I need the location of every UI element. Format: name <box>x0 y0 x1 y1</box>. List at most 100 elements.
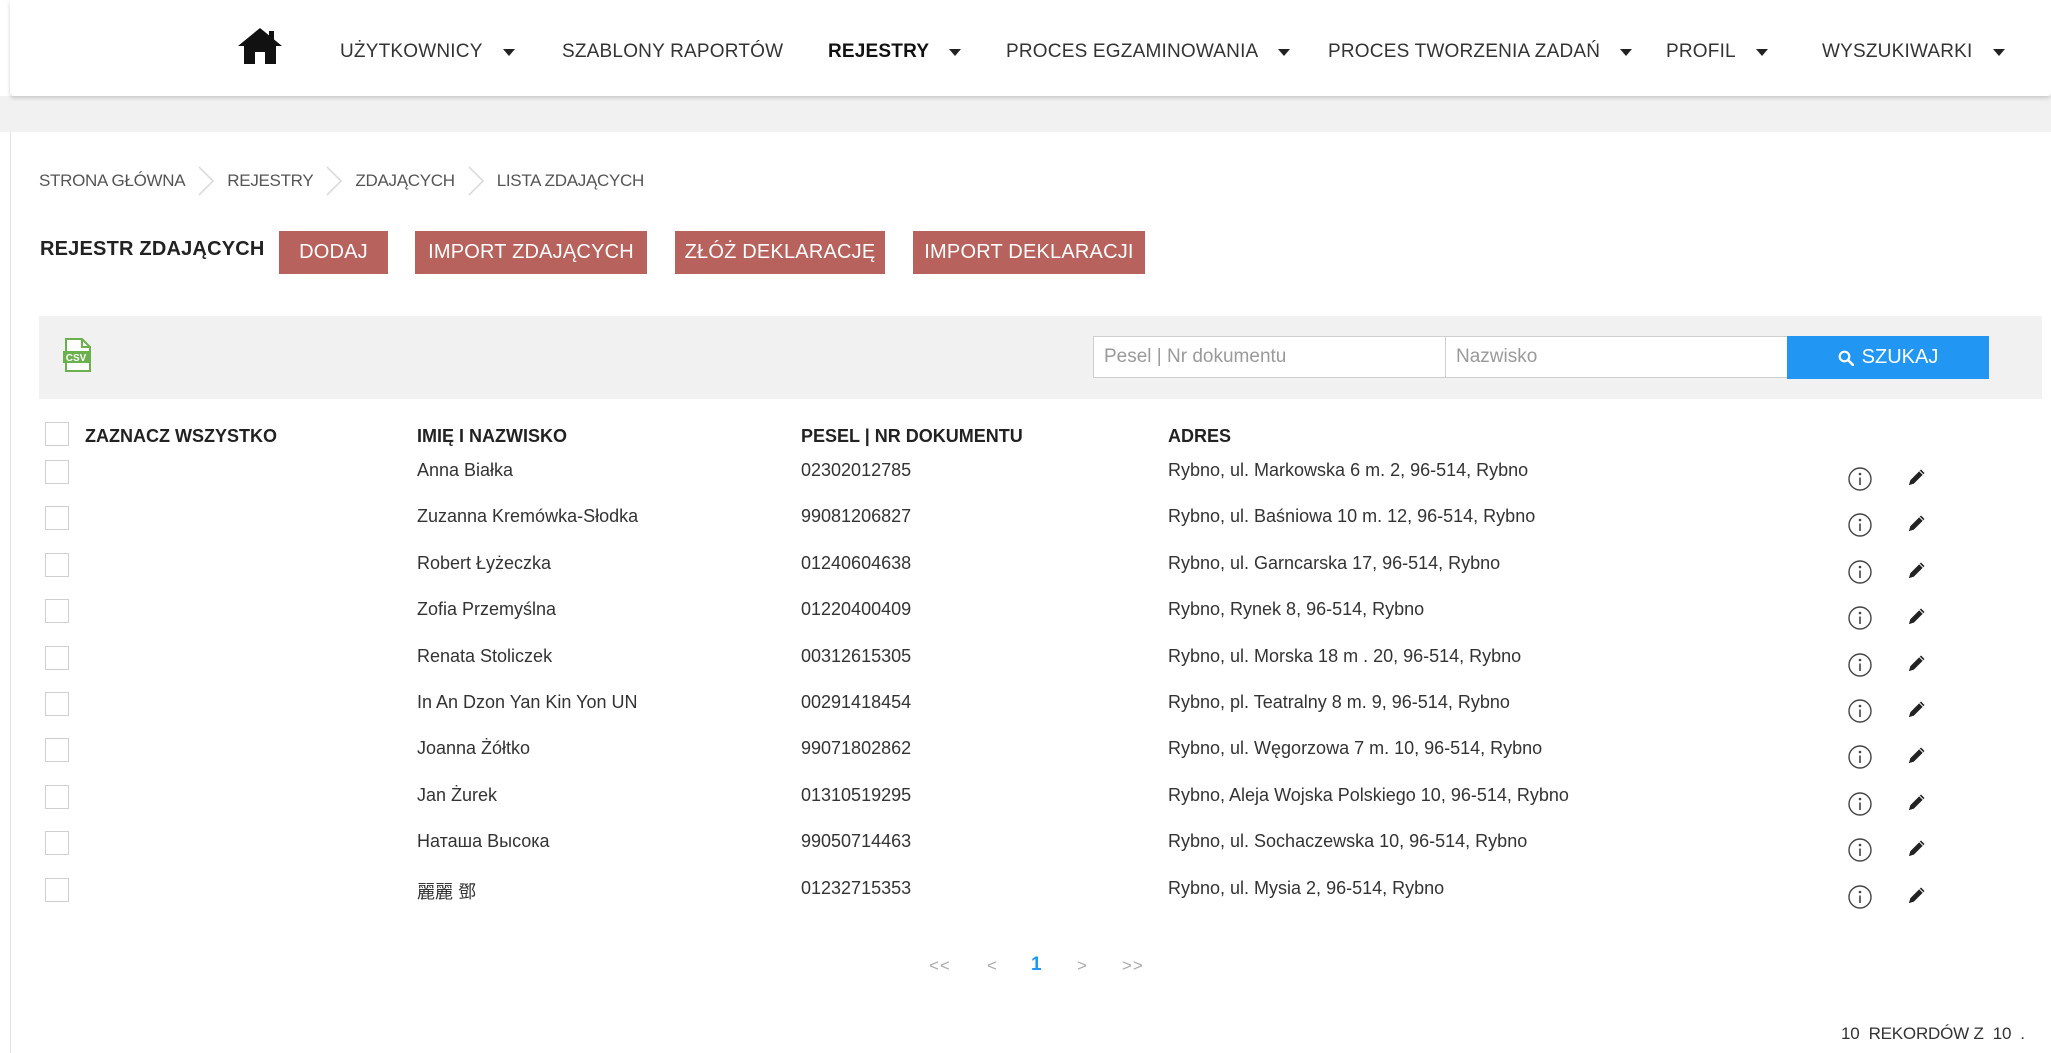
breadcrumb-home[interactable]: STRONA GŁÓWNA <box>39 171 186 191</box>
row-address: Rybno, Rynek 8, 96-514, Rybno <box>1168 599 1425 620</box>
table-row: Anna Białka 02302012785 Rybno, ul. Markows… <box>11 454 2051 500</box>
row-pesel: 99081206827 <box>801 506 912 527</box>
chevron-down-icon <box>1992 48 2005 56</box>
nav-search-engines[interactable]: WYSZUKIWARKI <box>1822 40 2005 64</box>
info-icon[interactable] <box>1847 698 1873 724</box>
edit-icon[interactable] <box>1906 791 1928 813</box>
table-row: Jan Żurek 01310519295 Rybno, Aleja Wojska … <box>11 779 2051 825</box>
chevron-down-icon <box>1755 48 1768 56</box>
edit-icon[interactable] <box>1906 744 1928 766</box>
row-name: Anna Białka <box>417 460 514 480</box>
row-checkbox[interactable] <box>45 460 69 484</box>
current-page[interactable]: 1 <box>1031 954 1043 976</box>
records-total: 10 <box>1992 1024 2012 1043</box>
column-header-address: ADRES <box>1168 426 1232 446</box>
row-address: Rybno, Aleja Wojska Polskiego 10, 96-514… <box>1168 784 1569 805</box>
column-header-pesel: PESEL | NR DOKUMENTU <box>801 426 1023 446</box>
table-row: 麗麗 鄧 01232715353 Rybno, ul. Mysia 2, 96-51… <box>11 872 2051 918</box>
row-pesel: 00312615305 <box>801 645 912 666</box>
row-pesel: 99071802862 <box>801 738 912 759</box>
row-checkbox[interactable] <box>45 738 69 763</box>
previous-page-link[interactable]: < <box>987 956 998 976</box>
row-checkbox[interactable] <box>45 692 69 716</box>
info-icon[interactable] <box>1847 884 1873 910</box>
edit-icon[interactable] <box>1906 884 1928 906</box>
row-address: Rybno, ul. Markowska 6 m. 2, 96-514, Ryb… <box>1168 460 1529 480</box>
nav-task-creation[interactable]: PROCES TWORZENIA ZADAŃ <box>1328 40 1633 64</box>
row-checkbox[interactable] <box>45 506 69 531</box>
records-summary: 10 REKORDÓW Z 10 . <box>1841 1024 2025 1044</box>
last-page-link[interactable]: >> <box>1122 956 1144 976</box>
info-icon[interactable] <box>1847 605 1873 631</box>
submit-declaration-button[interactable]: ZŁÓŻ DEKLARACJĘ <box>675 231 885 274</box>
nav-report-templates[interactable]: SZABLONY RAPORTÓW <box>562 40 783 64</box>
import-declarations-button[interactable]: IMPORT DEKLARACJI <box>913 231 1145 274</box>
search-icon <box>1838 350 1854 366</box>
row-pesel: 99050714463 <box>801 831 912 852</box>
row-pesel: 02302012785 <box>801 460 912 480</box>
records-count: 10 <box>1841 1024 1860 1043</box>
pesel-search-input[interactable] <box>1093 336 1446 378</box>
edit-icon[interactable] <box>1906 466 1928 488</box>
edit-icon[interactable] <box>1906 652 1928 674</box>
edit-icon[interactable] <box>1906 837 1928 859</box>
table-row: In An Dzon Yan Kin Yon UN 00291418454 Rybn… <box>11 686 2051 732</box>
breadcrumb-separator-icon <box>326 166 343 196</box>
nav-users[interactable]: UŻYTKOWNICY <box>340 40 515 64</box>
page-title: REJESTR ZDAJĄCYCH <box>40 238 265 260</box>
chevron-down-icon <box>1278 48 1291 56</box>
table-row: Robert Łyżeczka 01240604638 Rybno, ul. Gar… <box>11 547 2051 593</box>
first-page-link[interactable]: << <box>929 956 951 976</box>
next-page-link[interactable]: > <box>1077 956 1088 976</box>
info-icon[interactable] <box>1847 791 1873 817</box>
row-address: Rybno, ul. Garncarska 17, 96-514, Rybno <box>1168 552 1501 573</box>
row-address: Rybno, ul. Morska 18 m . 20, 96-514, Ryb… <box>1168 645 1522 666</box>
row-address: Rybno, ul. Sochaczewska 10, 96-514, Rybn… <box>1168 831 1528 852</box>
breadcrumb-registers[interactable]: REJESTRY <box>227 171 313 191</box>
table-row: Zofia Przemyślna 01220400409 Rybno, Rynek … <box>11 593 2051 639</box>
row-name: Renata Stoliczek <box>417 645 553 666</box>
breadcrumb-examinees[interactable]: ZDAJĄCYCH <box>355 171 455 191</box>
nav-label: PROCES EGZAMINOWANIA <box>1006 41 1259 62</box>
add-button[interactable]: DODAJ <box>279 231 388 274</box>
nav-label: WYSZUKIWARKI <box>1822 41 1973 62</box>
row-name: Jan Żurek <box>417 784 498 805</box>
breadcrumb-separator-icon <box>468 166 484 196</box>
header-separator <box>0 96 2051 132</box>
import-examinees-button[interactable]: IMPORT ZDAJĄCYCH <box>415 231 647 274</box>
table-row: Joanna Żółtko 99071802862 Rybno, ul. Węgor… <box>11 732 2051 778</box>
nav-exam-process[interactable]: PROCES EGZAMINOWANIA <box>1006 40 1291 64</box>
row-checkbox[interactable] <box>45 784 69 809</box>
row-checkbox[interactable] <box>45 599 69 624</box>
csv-export-icon[interactable]: CSV <box>62 338 92 372</box>
surname-search-input[interactable] <box>1445 336 1788 378</box>
row-checkbox[interactable] <box>45 552 69 577</box>
edit-icon[interactable] <box>1906 559 1928 581</box>
row-checkbox[interactable] <box>45 877 69 902</box>
row-pesel: 01232715353 <box>801 877 912 898</box>
nav-registers[interactable]: REJESTRY <box>828 40 962 64</box>
info-icon[interactable] <box>1847 652 1873 678</box>
edit-icon[interactable] <box>1906 512 1928 534</box>
search-button[interactable]: SZUKAJ <box>1787 336 1989 379</box>
row-address: Rybno, pl. Teatralny 8 m. 9, 96-514, Ryb… <box>1168 692 1510 712</box>
nav-profile[interactable]: PROFIL <box>1666 40 1768 64</box>
row-pesel: 01310519295 <box>801 784 912 805</box>
row-name: Joanna Żółtko <box>417 738 531 759</box>
edit-icon[interactable] <box>1906 698 1928 720</box>
info-icon[interactable] <box>1847 512 1873 538</box>
info-icon[interactable] <box>1847 744 1873 770</box>
home-icon[interactable] <box>236 26 284 66</box>
info-icon[interactable] <box>1847 837 1873 863</box>
breadcrumb: STRONA GŁÓWNA REJESTRY ZDAJĄCYCH LISTA Z… <box>39 166 644 196</box>
table-row: Renata Stoliczek 00312615305 Rybno, ul. Mo… <box>11 640 2051 686</box>
info-icon[interactable] <box>1847 466 1873 492</box>
info-icon[interactable] <box>1847 559 1873 585</box>
row-checkbox[interactable] <box>45 645 69 670</box>
row-pesel: 01220400409 <box>801 599 912 620</box>
select-all-checkbox[interactable] <box>45 422 69 446</box>
row-name: 麗麗 鄧 <box>417 881 477 902</box>
breadcrumb-separator-icon <box>198 166 215 196</box>
edit-icon[interactable] <box>1906 605 1928 627</box>
row-checkbox[interactable] <box>45 831 69 856</box>
